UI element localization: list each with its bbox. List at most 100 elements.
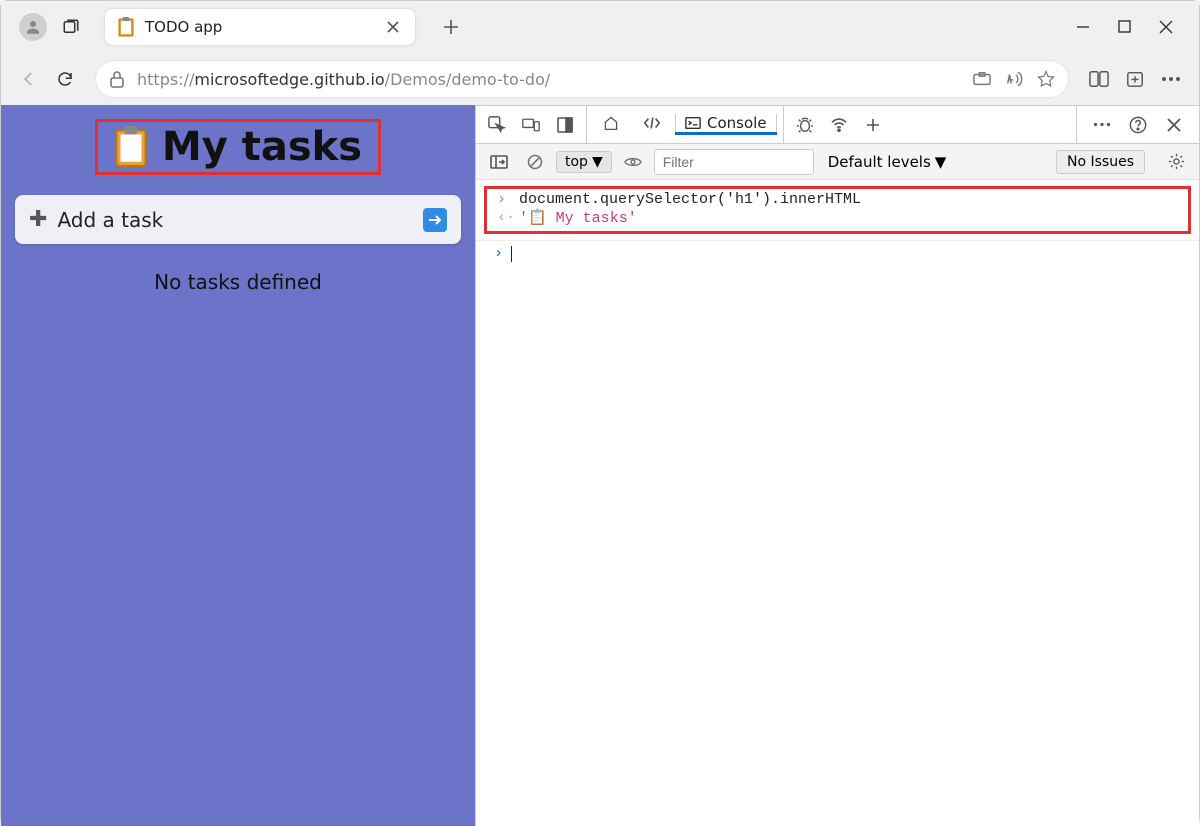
refresh-button[interactable] bbox=[47, 61, 83, 97]
content-area: My tasks ✚ Add a task No tasks defined bbox=[1, 105, 1199, 826]
ellipsis-icon bbox=[1093, 122, 1111, 127]
favorite-icon[interactable] bbox=[1037, 70, 1055, 88]
eye-icon bbox=[624, 156, 642, 168]
dock-icon bbox=[557, 117, 573, 133]
console-output-line: ‹· '📋 My tasks' bbox=[497, 208, 1178, 227]
device-emulation-button[interactable] bbox=[516, 110, 546, 140]
clear-console-button[interactable] bbox=[520, 147, 550, 177]
chevron-down-icon: ▼ bbox=[935, 153, 947, 171]
inspect-icon bbox=[488, 116, 506, 134]
arrow-left-icon bbox=[20, 70, 38, 88]
page-heading: My tasks bbox=[114, 124, 362, 170]
window-controls bbox=[1076, 20, 1191, 34]
welcome-tab[interactable] bbox=[593, 115, 629, 134]
page-viewport: My tasks ✚ Add a task No tasks defined bbox=[1, 105, 476, 826]
address-bar[interactable]: https://microsoftedge.github.io/Demos/de… bbox=[95, 60, 1069, 98]
maximize-icon bbox=[1118, 20, 1131, 33]
code-icon bbox=[643, 116, 661, 130]
plus-icon bbox=[443, 19, 459, 35]
log-levels-selector[interactable]: Default levels ▼ bbox=[828, 153, 947, 171]
devices-icon bbox=[522, 116, 540, 134]
new-tab-button[interactable] bbox=[439, 15, 463, 39]
chevron-left-icon: ‹· bbox=[497, 209, 511, 226]
devtools-help-button[interactable] bbox=[1123, 110, 1153, 140]
url-scheme: https:// bbox=[137, 70, 194, 89]
console-toolbar: top ▼ Default levels ▼ No Issues bbox=[476, 144, 1199, 180]
back-button[interactable] bbox=[11, 61, 47, 97]
tab-title: TODO app bbox=[145, 18, 383, 36]
read-aloud-icon[interactable] bbox=[1005, 70, 1023, 88]
highlight-console-lines: › document.querySelector('h1').innerHTML… bbox=[484, 186, 1191, 234]
devtools-close-button[interactable] bbox=[1159, 110, 1189, 140]
add-task-input[interactable]: ✚ Add a task bbox=[15, 195, 461, 244]
split-screen-icon bbox=[1089, 70, 1109, 88]
dock-side-button[interactable] bbox=[550, 110, 580, 140]
sources-tab-icon[interactable] bbox=[790, 110, 820, 140]
wifi-icon bbox=[830, 118, 848, 132]
context-selector[interactable]: top ▼ bbox=[556, 151, 612, 173]
devtools-more-button[interactable] bbox=[1087, 110, 1117, 140]
context-label: top bbox=[565, 154, 588, 170]
console-output-text: '📋 My tasks' bbox=[519, 208, 637, 227]
clear-icon bbox=[527, 154, 543, 170]
chevron-down-icon: ▼ bbox=[592, 154, 603, 170]
url-path: /Demos/demo-to-do/ bbox=[385, 70, 551, 89]
user-icon bbox=[24, 18, 42, 36]
clipboard-icon bbox=[117, 16, 135, 38]
browser-tab[interactable]: TODO app bbox=[105, 9, 415, 45]
split-screen-button[interactable] bbox=[1081, 61, 1117, 97]
refresh-icon bbox=[56, 70, 74, 88]
tab-stack-icon bbox=[62, 18, 80, 36]
arrow-right-icon bbox=[428, 214, 442, 226]
plus-icon bbox=[866, 118, 880, 132]
address-bar-row: https://microsoftedge.github.io/Demos/de… bbox=[1, 53, 1199, 105]
console-tab[interactable]: Console bbox=[675, 114, 777, 135]
filter-input[interactable] bbox=[654, 149, 814, 175]
console-input-line: › document.querySelector('h1').innerHTML bbox=[497, 191, 1178, 208]
console-output[interactable]: › document.querySelector('h1').innerHTML… bbox=[476, 180, 1199, 826]
minimize-icon bbox=[1076, 20, 1090, 34]
gear-icon bbox=[1168, 153, 1185, 170]
add-task-placeholder: Add a task bbox=[57, 208, 423, 232]
highlight-h1: My tasks bbox=[95, 119, 381, 175]
ellipsis-icon bbox=[1161, 76, 1181, 82]
console-settings-button[interactable] bbox=[1161, 147, 1191, 177]
elements-tab[interactable] bbox=[633, 116, 671, 133]
lock-icon bbox=[109, 70, 125, 88]
close-icon bbox=[1159, 20, 1173, 34]
console-input-text: document.querySelector('h1').innerHTML bbox=[519, 191, 861, 208]
devtools-tabbar: Console bbox=[476, 106, 1199, 144]
levels-label: Default levels bbox=[828, 153, 931, 171]
issues-button[interactable]: No Issues bbox=[1056, 150, 1145, 174]
console-icon bbox=[685, 116, 701, 130]
collections-icon bbox=[1125, 70, 1145, 88]
app-available-icon[interactable] bbox=[973, 71, 991, 87]
chevron-right-icon: › bbox=[497, 191, 511, 208]
inspect-element-button[interactable] bbox=[482, 110, 512, 140]
plus-icon: ✚ bbox=[29, 207, 47, 232]
text-cursor bbox=[511, 246, 512, 262]
close-window-button[interactable] bbox=[1159, 20, 1173, 34]
collections-button[interactable] bbox=[1117, 61, 1153, 97]
submit-task-button[interactable] bbox=[423, 208, 447, 232]
console-prompt[interactable]: › bbox=[476, 240, 1199, 266]
chevron-right-icon: › bbox=[494, 245, 503, 262]
url-host: microsoftedge.github.io bbox=[194, 70, 384, 89]
help-icon bbox=[1129, 116, 1147, 134]
minimize-button[interactable] bbox=[1076, 20, 1090, 34]
network-tab-icon[interactable] bbox=[824, 110, 854, 140]
more-tabs-button[interactable] bbox=[858, 110, 888, 140]
profile-avatar[interactable] bbox=[19, 13, 47, 41]
maximize-button[interactable] bbox=[1118, 20, 1131, 34]
tab-actions-button[interactable] bbox=[57, 13, 85, 41]
home-icon bbox=[603, 115, 619, 131]
tab-close-button[interactable] bbox=[383, 17, 403, 37]
url-text: https://microsoftedge.github.io/Demos/de… bbox=[137, 70, 550, 89]
empty-state-text: No tasks defined bbox=[15, 270, 461, 294]
sidebar-icon bbox=[490, 155, 508, 169]
heading-text: My tasks bbox=[162, 124, 362, 170]
more-button[interactable] bbox=[1153, 61, 1189, 97]
toggle-sidebar-button[interactable] bbox=[484, 147, 514, 177]
live-expression-button[interactable] bbox=[618, 147, 648, 177]
close-icon bbox=[1167, 118, 1181, 132]
